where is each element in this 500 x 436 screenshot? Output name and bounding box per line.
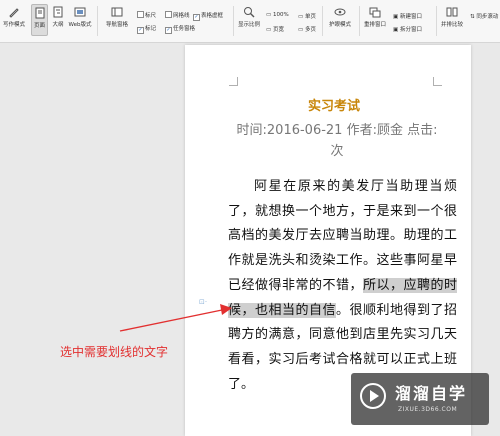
reset-window-button[interactable]: 重排窗口 <box>362 6 388 28</box>
eye-icon <box>334 8 346 16</box>
document-title: 实习考试 <box>307 99 360 114</box>
body-text: 阿星在原来的美发厅当助理当烦了，就想换一个地方，于是来到一个很高档的美发厅去应聘… <box>228 179 457 293</box>
outline-view-button[interactable]: 大纲 <box>50 6 66 28</box>
table-gridlines-checkbox[interactable]: ✓ 表格虚框 <box>193 11 223 21</box>
compare-icon <box>446 7 458 17</box>
annotation-label: 选中需要划线的文字 <box>60 345 169 359</box>
play-logo-icon <box>360 383 386 409</box>
ribbon-separator <box>359 6 360 36</box>
ribbon-separator <box>322 6 323 36</box>
pen-icon <box>9 8 19 18</box>
ribbon-separator <box>436 6 437 36</box>
nav-pane-icon <box>111 7 123 17</box>
document-body[interactable]: 阿星在原来的美发厅当助理当烦了，就想换一个地方，于是来到一个很高档的美发厅去应聘… <box>228 175 457 397</box>
nav-pane-button[interactable]: 导航窗格 <box>101 6 133 28</box>
writing-mode-button[interactable]: 写作模式 <box>3 6 25 28</box>
view-ribbon: 写作模式 页面 大纲 Web版式 导航窗格 标尺 网格线 ✓ 表格虚框 ✓ 标记 ✓… <box>0 0 500 43</box>
page-width-button[interactable]: ▭ 页宽 <box>266 25 284 33</box>
page-view-button[interactable]: 页面 <box>31 4 48 36</box>
web-layout-icon <box>74 7 86 17</box>
zoom-100-button[interactable]: ▭ 100% <box>266 12 289 18</box>
windows-icon <box>369 7 381 18</box>
margin-corner-mark <box>229 77 238 86</box>
outline-icon <box>53 6 63 18</box>
zoom-button[interactable]: 显示比例 <box>237 6 261 28</box>
ribbon-separator <box>97 6 98 36</box>
gridlines-checkbox[interactable]: 网格线 <box>165 11 190 19</box>
magnifier-icon <box>244 7 255 18</box>
page-icon <box>35 7 44 19</box>
task-pane-checkbox[interactable]: ✓ 任务窗格 <box>165 24 195 34</box>
ribbon-separator <box>233 6 234 36</box>
eye-mode-button[interactable]: 护眼模式 <box>326 6 354 28</box>
side-by-side-button[interactable]: 并排比较 <box>439 6 465 28</box>
split-window-button[interactable]: ▣ 拆分窗口 <box>393 25 422 33</box>
document-meta: 时间:2016-06-21 作者:顾金 点击:次 <box>236 123 438 159</box>
web-view-button[interactable]: Web版式 <box>68 6 92 28</box>
new-window-button[interactable]: ▣ 新建窗口 <box>393 12 422 20</box>
paragraph-marker-icon: ⊡· <box>199 298 208 306</box>
watermark-url: ZIXUE.3D66.COM <box>398 406 458 413</box>
ruler-checkbox[interactable]: 标尺 <box>137 11 156 19</box>
markup-checkbox[interactable]: ✓ 标记 <box>137 24 156 34</box>
watermark-brand: 溜溜自学 <box>395 384 468 403</box>
margin-corner-mark <box>433 77 442 86</box>
watermark: 溜溜自学 ZIXUE.3D66.COM <box>351 373 489 425</box>
single-page-button[interactable]: ▭ 单页 <box>298 12 316 20</box>
sync-scroll-button[interactable]: ⇅ 同步滚动 <box>470 12 498 20</box>
multi-page-button[interactable]: ▭ 多页 <box>298 25 316 33</box>
body-paragraph[interactable]: 阿星在原来的美发厅当助理当烦了，就想换一个地方，于是来到一个很高档的美发厅去应聘… <box>228 175 457 397</box>
